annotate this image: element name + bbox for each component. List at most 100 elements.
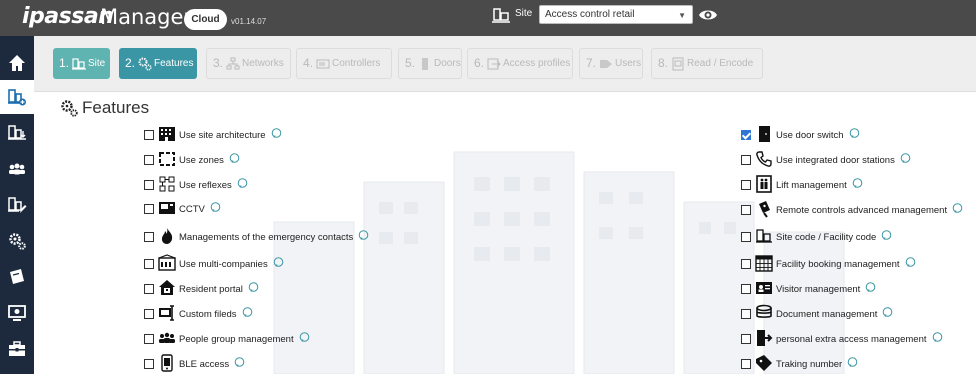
feature-checkbox[interactable] (144, 284, 154, 294)
feature-use-multi-companies[interactable]: Use multi-companies (144, 254, 284, 272)
feature-checkbox[interactable] (741, 309, 751, 319)
step-label: Controllers (332, 58, 381, 69)
info-bubble-icon[interactable] (882, 307, 893, 318)
feature-checkbox-checked[interactable] (741, 130, 751, 140)
info-bubble-icon[interactable] (210, 202, 221, 213)
feature-use-zones[interactable]: Use zones (144, 150, 240, 168)
wizard-step-read-encode[interactable]: 8. Read / Encode (651, 48, 763, 79)
step-number: 3. (213, 56, 224, 70)
wizard-step-networks[interactable]: 3. Networks (206, 48, 291, 79)
feature-facility-booking[interactable]: Facility booking management (741, 254, 916, 272)
feature-visitor-management[interactable]: Visitor management (741, 279, 876, 297)
info-bubble-icon[interactable] (273, 257, 284, 268)
info-bubble-icon[interactable] (881, 230, 892, 241)
wizard-step-controllers[interactable]: 4. Controllers (296, 48, 392, 79)
sidebar-item-users[interactable] (0, 152, 34, 186)
feature-emergency-contacts[interactable]: Managements of the emergency contacts (144, 227, 369, 245)
door-icon (422, 57, 429, 70)
info-bubble-icon[interactable] (242, 307, 253, 318)
info-bubble-icon[interactable] (847, 357, 858, 368)
info-bubble-icon[interactable] (358, 230, 369, 241)
sidebar (0, 36, 34, 374)
feature-checkbox[interactable] (741, 232, 751, 242)
feature-document-management[interactable]: Document management (741, 304, 893, 322)
feature-people-group[interactable]: People group management (144, 329, 310, 347)
site-download-icon (8, 125, 26, 140)
site-edit-icon (8, 197, 27, 213)
chevron-down-icon: ▼ (678, 11, 686, 20)
info-bubble-icon[interactable] (234, 357, 245, 368)
feature-checkbox[interactable] (144, 309, 154, 319)
site-select[interactable]: Access control retail ▼ (539, 5, 693, 24)
step-number: 5. (405, 56, 416, 70)
sidebar-item-settings[interactable] (0, 224, 34, 258)
info-bubble-icon[interactable] (852, 178, 863, 189)
feature-checkbox[interactable] (144, 232, 154, 242)
wizard-step-users[interactable]: 7. Users (579, 48, 643, 79)
feature-checkbox[interactable] (741, 359, 751, 369)
feature-use-door-switch[interactable]: Use door switch (741, 125, 860, 143)
info-bubble-icon[interactable] (849, 128, 860, 139)
feature-cctv[interactable]: CCTV (144, 199, 221, 217)
feature-checkbox[interactable] (741, 259, 751, 269)
info-bubble-icon[interactable] (299, 332, 310, 343)
sidebar-item-site-edit[interactable] (0, 188, 34, 222)
wizard-step-doors[interactable]: 5. Doors (398, 48, 462, 79)
feature-checkbox[interactable] (144, 334, 154, 344)
feature-lift-management[interactable]: Lift management (741, 175, 863, 193)
users-group-icon (9, 163, 25, 175)
feature-use-reflexes[interactable]: Use reflexes (144, 175, 248, 193)
feature-checkbox[interactable] (741, 155, 751, 165)
feature-label: Remote controls advanced management (776, 205, 948, 216)
feature-custom-fields[interactable]: Custom fileds (144, 304, 253, 322)
wizard-step-features[interactable]: 2. Features (119, 48, 197, 79)
cloud-badge: Cloud (184, 9, 227, 30)
feature-ble-access[interactable]: BLE access (144, 354, 245, 372)
info-bubble-icon[interactable] (865, 282, 876, 293)
sidebar-item-monitor[interactable] (0, 296, 34, 330)
feature-checkbox[interactable] (144, 155, 154, 165)
feature-site-code[interactable]: Site code / Facility code (741, 227, 892, 245)
info-bubble-icon[interactable] (905, 257, 916, 268)
feature-checkbox[interactable] (144, 130, 154, 140)
lift-icon (756, 175, 772, 193)
feature-checkbox[interactable] (144, 259, 154, 269)
feature-checkbox[interactable] (741, 284, 751, 294)
feature-checkbox[interactable] (144, 359, 154, 369)
wizard-step-site[interactable]: 1. Site (53, 48, 110, 79)
wizard-step-access-profiles[interactable]: 6. Access profiles (467, 48, 573, 79)
eye-icon[interactable] (697, 4, 719, 26)
feature-traking-number[interactable]: Traking number (741, 354, 858, 372)
feature-resident-portal[interactable]: Resident portal (144, 279, 259, 297)
feature-label: Document management (776, 309, 878, 320)
sidebar-item-site[interactable] (0, 80, 34, 114)
step-label: Doors (434, 58, 461, 69)
sidebar-item-toolbox[interactable] (0, 332, 34, 366)
feature-checkbox[interactable] (741, 180, 751, 190)
info-bubble-icon[interactable] (229, 153, 240, 164)
feature-label: Custom fileds (179, 309, 237, 320)
toolbox-icon (9, 341, 25, 356)
step-number: 7. (586, 56, 597, 70)
feature-integrated-door-stations[interactable]: Use integrated door stations (741, 150, 911, 168)
feature-checkbox[interactable] (741, 334, 751, 344)
step-label: Networks (242, 58, 284, 69)
feature-checkbox[interactable] (741, 205, 751, 215)
home-icon (9, 55, 25, 71)
info-bubble-icon[interactable] (932, 332, 943, 343)
info-bubble-icon[interactable] (237, 178, 248, 189)
sidebar-item-home[interactable] (0, 46, 34, 80)
sidebar-item-site-download[interactable] (0, 116, 34, 150)
feature-personal-extra-access[interactable]: personal extra access management (741, 329, 943, 347)
info-bubble-icon[interactable] (271, 128, 282, 139)
info-bubble-icon[interactable] (248, 282, 259, 293)
feature-checkbox[interactable] (144, 204, 154, 214)
feature-use-site-architecture[interactable]: Use site architecture (144, 125, 282, 143)
feature-remote-controls[interactable]: Remote controls advanced management (741, 200, 963, 218)
info-bubble-icon[interactable] (900, 153, 911, 164)
feature-label: Use integrated door stations (776, 155, 895, 166)
calendar-icon (755, 255, 773, 272)
info-bubble-icon[interactable] (952, 203, 963, 214)
sidebar-item-cards[interactable] (0, 260, 34, 294)
feature-checkbox[interactable] (144, 180, 154, 190)
